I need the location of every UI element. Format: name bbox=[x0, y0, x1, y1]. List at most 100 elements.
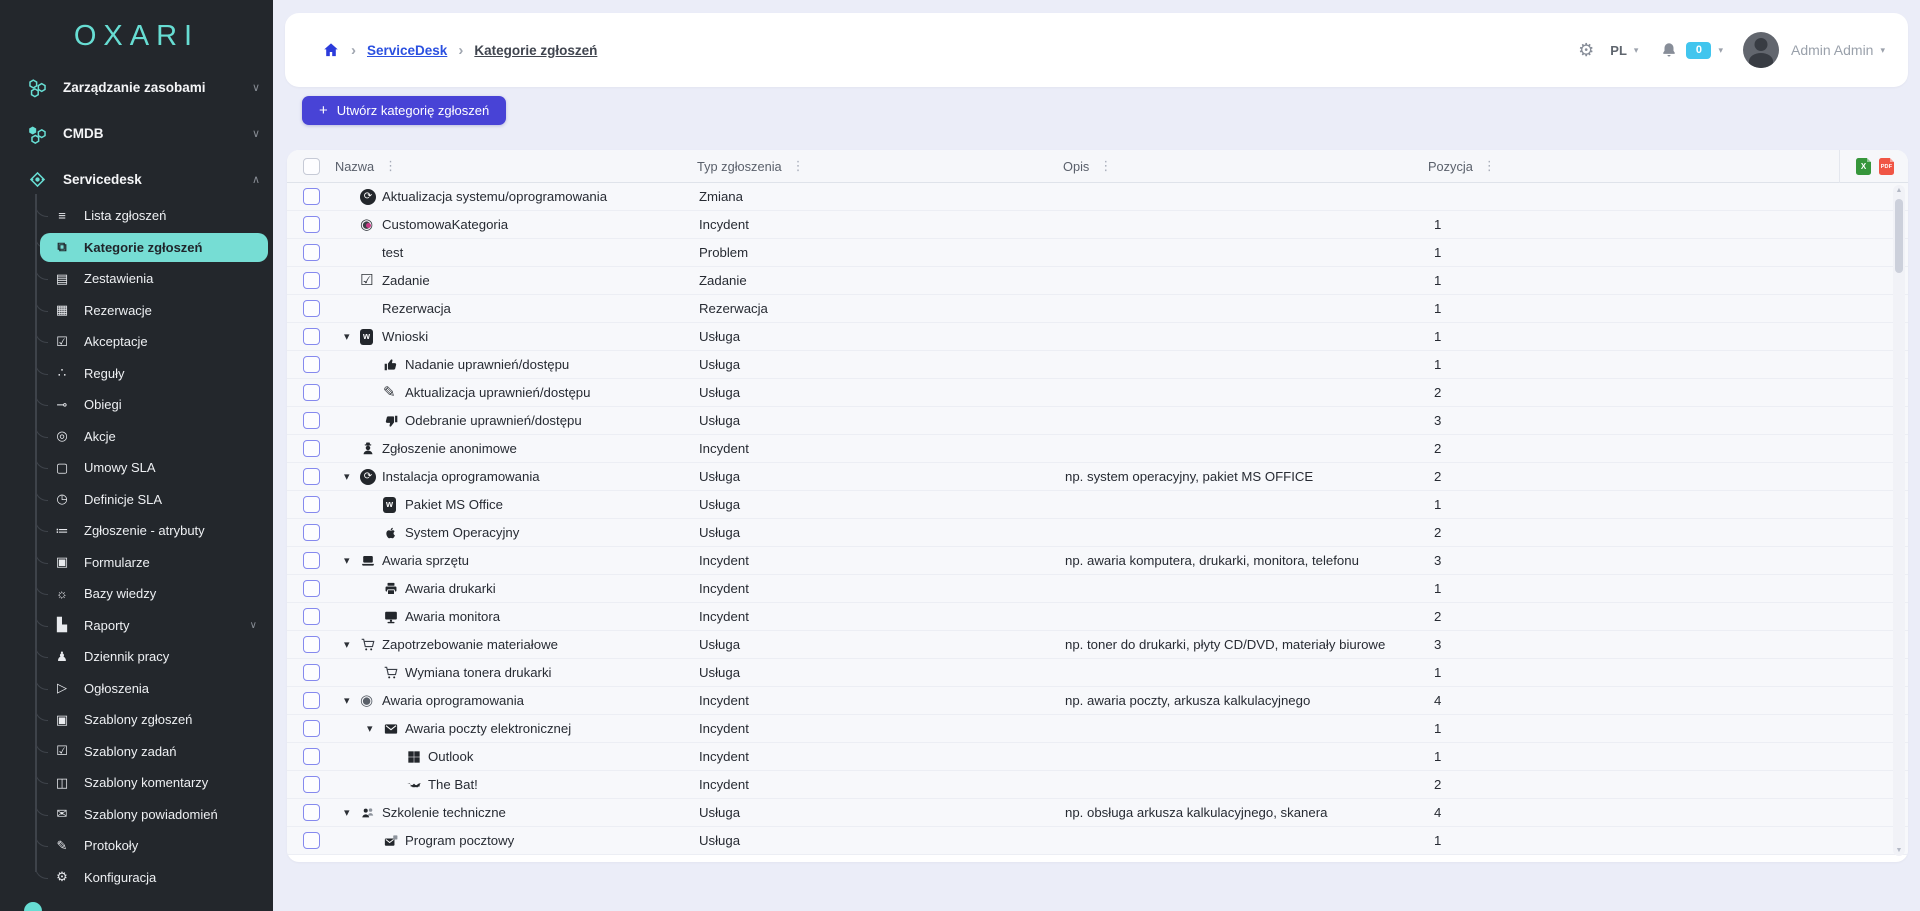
notifications-count-badge[interactable]: 0 bbox=[1686, 41, 1712, 59]
table-row[interactable]: ▾ w Wnioski Usługa 1 bbox=[287, 323, 1908, 351]
row-checkbox[interactable] bbox=[302, 804, 320, 821]
row-checkbox[interactable] bbox=[302, 692, 320, 709]
expand-caret-icon[interactable]: ▾ bbox=[344, 694, 360, 707]
table-row[interactable]: System Operacyjny Usługa 2 bbox=[287, 519, 1908, 547]
sidebar-section-zarz-dzanie-zasobami[interactable]: Zarządzanie zasobami ∨ bbox=[0, 64, 273, 110]
row-checkbox[interactable] bbox=[302, 720, 320, 737]
table-row[interactable]: ▾ ◉ Awaria oprogramowania Incydent np. awari… bbox=[287, 687, 1908, 715]
row-checkbox[interactable] bbox=[302, 776, 320, 793]
column-menu-icon[interactable]: ⋮ bbox=[792, 158, 805, 174]
expand-caret-icon[interactable]: ▾ bbox=[344, 470, 360, 483]
row-checkbox[interactable] bbox=[302, 832, 320, 849]
chevron-down-icon[interactable]: ▾ bbox=[1634, 45, 1639, 56]
chevron-down-icon[interactable]: ▾ bbox=[1718, 45, 1723, 56]
notifications-bell-icon[interactable] bbox=[1660, 41, 1678, 59]
category-position: 1 bbox=[1434, 497, 1442, 512]
table-row[interactable]: ▾ Awaria poczty elektronicznej Incydent 1 bbox=[287, 715, 1908, 743]
stopwatch-icon: ◷ bbox=[56, 491, 68, 507]
sidebar-section-cmdb[interactable]: CMDB ∨ bbox=[0, 110, 273, 156]
table-row[interactable]: ▾ ⟳ Instalacja oprogramowania Usługa np. sys… bbox=[287, 463, 1908, 491]
table-row[interactable]: ⟳ Aktualizacja systemu/oprogramowania Zmia… bbox=[287, 183, 1908, 211]
breadcrumb-current[interactable]: Kategorie zgłoszeń bbox=[474, 43, 597, 58]
export-buttons: X PDF bbox=[1839, 150, 1894, 183]
chevron-icon[interactable]: ∨ bbox=[250, 620, 257, 631]
row-checkbox[interactable] bbox=[302, 300, 320, 317]
expand-caret-icon[interactable]: ▾ bbox=[367, 722, 383, 735]
expand-caret-icon[interactable]: ▾ bbox=[344, 554, 360, 567]
table-row[interactable]: Awaria drukarki Incydent 1 bbox=[287, 575, 1908, 603]
table-row[interactable]: Wymiana tonera drukarki Usługa 1 bbox=[287, 659, 1908, 687]
language-selector[interactable]: PL bbox=[1610, 43, 1627, 58]
category-name: Zapotrzebowanie materiałowe bbox=[382, 637, 558, 652]
table-row[interactable]: w Pakiet MS Office Usługa 1 bbox=[287, 491, 1908, 519]
table-row[interactable]: Program pocztowy Usługa 1 bbox=[287, 827, 1908, 855]
row-checkbox[interactable] bbox=[302, 552, 320, 569]
category-position: 2 bbox=[1434, 525, 1442, 540]
table-row[interactable]: Awaria monitora Incydent 2 bbox=[287, 603, 1908, 631]
table-row[interactable]: Nadanie uprawnień/dostępu Usługa 1 bbox=[287, 351, 1908, 379]
chevron-icon[interactable]: ∨ bbox=[252, 81, 260, 94]
row-checkbox[interactable] bbox=[302, 244, 320, 261]
row-checkbox[interactable] bbox=[302, 580, 320, 597]
thumb-up-icon bbox=[383, 357, 405, 373]
table-row[interactable]: ▾ Szkolenie techniczne Usługa np. obsługa a… bbox=[287, 799, 1908, 827]
row-checkbox[interactable] bbox=[302, 748, 320, 765]
sidebar-item-konfiguracja[interactable]: ⚙ Konfiguracja bbox=[0, 856, 273, 894]
table-row[interactable]: Odebranie uprawnień/dostępu Usługa 3 bbox=[287, 407, 1908, 435]
row-checkbox[interactable] bbox=[302, 188, 320, 205]
chevron-down-icon[interactable]: ▾ bbox=[1880, 45, 1885, 56]
column-menu-icon[interactable]: ⋮ bbox=[384, 158, 397, 174]
home-icon[interactable] bbox=[322, 41, 340, 59]
chevron-icon[interactable]: ∨ bbox=[252, 127, 260, 140]
row-checkbox[interactable] bbox=[302, 412, 320, 429]
table-row[interactable]: Rezerwacja Rezerwacja 1 bbox=[287, 295, 1908, 323]
select-all-checkbox[interactable] bbox=[302, 157, 320, 175]
row-checkbox[interactable] bbox=[302, 664, 320, 681]
chat-fab-icon[interactable] bbox=[24, 902, 42, 911]
table-row[interactable]: ☑ Zadanie Zadanie 1 bbox=[287, 267, 1908, 295]
row-checkbox[interactable] bbox=[302, 636, 320, 653]
row-checkbox[interactable] bbox=[302, 356, 320, 373]
bat-icon bbox=[406, 777, 428, 793]
category-name: Awaria sprzętu bbox=[382, 553, 469, 568]
scroll-thumb[interactable] bbox=[1895, 199, 1903, 273]
user-avatar[interactable] bbox=[1742, 32, 1779, 68]
column-menu-icon[interactable]: ⋮ bbox=[1483, 158, 1496, 174]
category-position: 3 bbox=[1434, 413, 1442, 428]
table-row[interactable]: Outlook Incydent 1 bbox=[287, 743, 1908, 771]
row-checkbox[interactable] bbox=[302, 216, 320, 233]
table-row[interactable]: ✎ Aktualizacja uprawnień/dostępu Usługa 2 bbox=[287, 379, 1908, 407]
row-checkbox[interactable] bbox=[302, 608, 320, 625]
row-checkbox[interactable] bbox=[302, 468, 320, 485]
ticket-type: Zmiana bbox=[699, 189, 743, 204]
pdf-export-icon[interactable]: PDF bbox=[1879, 158, 1894, 175]
row-checkbox[interactable] bbox=[302, 496, 320, 513]
row-checkbox[interactable] bbox=[302, 328, 320, 345]
table-row[interactable]: ◉ CustomowaKategoria Incydent 1 bbox=[287, 211, 1908, 239]
expand-caret-icon[interactable]: ▾ bbox=[344, 638, 360, 651]
row-checkbox[interactable] bbox=[302, 524, 320, 541]
table-row[interactable]: The Bat! Incydent 2 bbox=[287, 771, 1908, 799]
scroll-down-icon[interactable]: ▼ bbox=[1893, 847, 1905, 854]
row-checkbox[interactable] bbox=[302, 272, 320, 289]
scroll-up-icon[interactable]: ▲ bbox=[1893, 187, 1905, 194]
chevron-icon[interactable]: ∧ bbox=[252, 173, 260, 186]
cart-icon bbox=[360, 637, 382, 653]
row-checkbox[interactable] bbox=[302, 384, 320, 401]
table-scrollbar[interactable]: ▲ ▼ bbox=[1893, 185, 1905, 856]
apple-icon bbox=[383, 525, 405, 541]
create-category-button[interactable]: + Utwórz kategorię zgłoszeń bbox=[302, 96, 507, 125]
expand-caret-icon[interactable]: ▾ bbox=[344, 806, 360, 819]
template-icon: ▣ bbox=[55, 711, 69, 727]
table-row[interactable]: test Problem 1 bbox=[287, 239, 1908, 267]
expand-caret-icon[interactable]: ▾ bbox=[344, 330, 360, 343]
table-row[interactable]: ▾ Zapotrzebowanie materiałowe Usługa np. to… bbox=[287, 631, 1908, 659]
table-row[interactable]: ▾ Awaria sprzętu Incydent np. awaria komput… bbox=[287, 547, 1908, 575]
column-menu-icon[interactable]: ⋮ bbox=[1099, 158, 1112, 174]
excel-export-icon[interactable]: X bbox=[1856, 158, 1871, 175]
settings-gear-icon[interactable]: ⚙ bbox=[1578, 40, 1594, 61]
table-row[interactable]: Zgłoszenie anonimowe Incydent 2 bbox=[287, 435, 1908, 463]
row-checkbox[interactable] bbox=[302, 440, 320, 457]
breadcrumb-servicedesk[interactable]: ServiceDesk bbox=[367, 43, 447, 58]
envelope-icon bbox=[383, 721, 405, 737]
